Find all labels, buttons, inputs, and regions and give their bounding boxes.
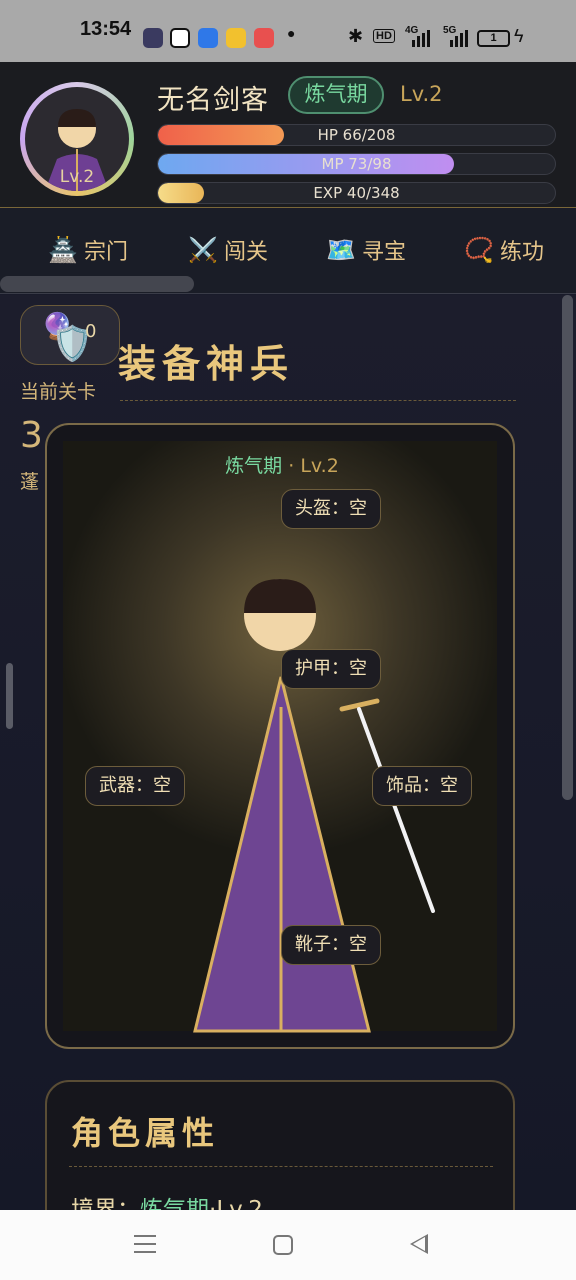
bluetooth-icon: ✱ [348, 26, 364, 46]
hd-icon: HD [373, 29, 395, 43]
crossed-swords-icon: ⚔️ [188, 236, 218, 264]
recents-menu-icon[interactable] [134, 1233, 156, 1253]
divider [69, 1166, 493, 1167]
nav-item-treasure[interactable]: 🗺️ 寻宝 [326, 231, 406, 269]
slot-weapon[interactable]: 武器：空 [85, 766, 185, 806]
inventory-card[interactable]: 🔮 🛡️ [20, 305, 120, 365]
current-stage-value: 3 [20, 415, 43, 456]
signal-icon [450, 30, 472, 47]
back-icon[interactable] [410, 1234, 428, 1254]
slot-boots[interactable]: 靴子：空 [281, 925, 381, 965]
status-time: 13:54 [80, 18, 132, 40]
avatar-level-label: Lv.2 [59, 167, 95, 187]
prayer-beads-icon: 📿 [464, 236, 494, 264]
attributes-title: 角色属性 [71, 1114, 220, 1152]
avatar-portrait: Lv.2 [25, 87, 129, 191]
map-icon: 🗺️ [326, 236, 356, 264]
left-scroll-indicator[interactable] [6, 663, 13, 729]
current-stage-label: 当前关卡 [20, 381, 97, 403]
nav-item-challenge[interactable]: ⚔️ 闯关 [188, 231, 268, 269]
app-notification-icon [143, 28, 163, 48]
realm-badge: 炼气期 [288, 76, 384, 114]
hp-bar: HP 66/208 [157, 124, 556, 146]
app-notification-icon [198, 28, 218, 48]
nav-item-sect[interactable]: 🏯 宗门 [48, 231, 128, 269]
exp-bar: EXP 40/348 [157, 182, 556, 204]
nav-item-label: 练功 [500, 240, 545, 265]
equipment-title: 装备神兵 [118, 342, 295, 386]
system-nav-bar [0, 1210, 576, 1280]
nav-scrollbar[interactable] [0, 276, 194, 292]
app-notification-icon [226, 28, 246, 48]
nav-item-training[interactable]: 📿 练功 [464, 231, 544, 269]
nav-item-label: 宗门 [84, 240, 129, 265]
main-content: 当前关卡 3 蓬 🔮 🛡️ 0 装备神兵 炼气期 · Lv.2 头盔：空 护甲：… [0, 295, 576, 1280]
exp-bar-label: EXP 40/348 [313, 184, 400, 202]
app-notification-icon [254, 28, 274, 48]
charging-icon: ϟ [514, 26, 524, 46]
status-bar: 13:54 ● ✱ HD 4G 5G 1 ϟ [0, 0, 576, 62]
nav-item-label: 寻宝 [362, 240, 407, 265]
slot-helmet[interactable]: 头盔：空 [281, 489, 381, 529]
inventory-count: 0 [85, 321, 97, 342]
battery-icon: 1 [477, 30, 510, 47]
equipment-panel: 炼气期 · Lv.2 头盔：空 护甲：空 武器：空 饰品：空 靴子：空 [45, 423, 515, 1049]
nav-item-label: 闯关 [224, 240, 269, 265]
app-notification-icon [170, 28, 190, 48]
sword-blade-icon [357, 707, 435, 913]
more-notifications-icon: ● [287, 25, 296, 41]
pagoda-icon: 🏯 [48, 236, 78, 264]
hp-bar-label: HP 66/208 [317, 126, 396, 144]
signal-icon [412, 30, 434, 47]
avatar[interactable]: Lv.2 [20, 82, 134, 196]
page-scrollbar[interactable] [562, 295, 573, 800]
home-icon[interactable] [273, 1235, 293, 1255]
hair-shape [244, 579, 316, 613]
divider [120, 400, 516, 401]
player-name: 无名剑客 [157, 85, 269, 116]
slot-armor[interactable]: 护甲：空 [281, 649, 381, 689]
player-level: Lv.2 [400, 82, 443, 106]
player-header: Lv.2 无名剑客 炼气期 Lv.2 HP 66/208 MP 73/98 EX… [0, 62, 576, 208]
mp-bar-label: MP 73/98 [321, 155, 392, 173]
mp-bar: MP 73/98 [157, 153, 556, 175]
slot-ornament[interactable]: 饰品：空 [372, 766, 472, 806]
current-stage-subtitle: 蓬 [20, 471, 40, 493]
